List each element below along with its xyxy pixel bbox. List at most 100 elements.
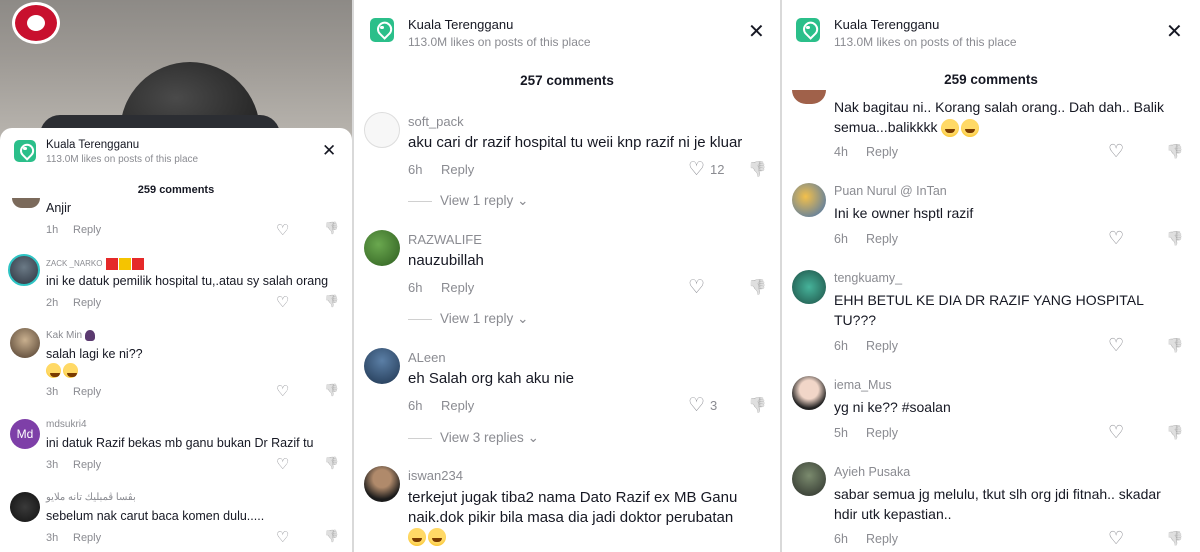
heart-icon[interactable]: ♡ <box>1108 228 1124 249</box>
comment-time: 4h <box>834 145 848 159</box>
place-name[interactable]: Kuala Terengganu <box>46 139 139 151</box>
comment-text: ini ke datuk pemilik hospital tu,.atau s… <box>46 274 329 288</box>
heart-icon[interactable]: ♡ <box>688 276 705 299</box>
comment-text: sebelum nak carut baca komen dulu..... <box>46 509 265 523</box>
heart-icon[interactable]: ♡ <box>276 221 289 239</box>
view-replies-button[interactable]: View 3 replies ⌄ <box>408 430 539 446</box>
heart-icon[interactable]: ♡ <box>688 158 705 181</box>
dislike-icon[interactable]: 👎 <box>324 529 339 543</box>
dislike-icon[interactable]: 👎 <box>748 278 767 296</box>
heart-icon[interactable]: ♡ <box>1108 335 1124 356</box>
place-name[interactable]: Kuala Terengganu <box>408 17 513 32</box>
avatar[interactable] <box>364 230 400 266</box>
heart-icon[interactable]: ♡ <box>276 293 289 311</box>
dislike-icon[interactable]: 👎 <box>324 221 339 235</box>
laughing-emoji-icon <box>408 528 426 546</box>
location-pin-icon[interactable] <box>796 18 820 42</box>
like-count: 3 <box>710 398 718 413</box>
heart-icon[interactable]: ♡ <box>688 394 705 417</box>
avatar[interactable] <box>792 90 826 104</box>
reply-button[interactable]: Reply <box>441 162 474 177</box>
chevron-down-icon: ⌄ <box>527 430 539 445</box>
reply-button[interactable]: Reply <box>73 297 101 309</box>
avatar[interactable] <box>792 270 826 304</box>
avatar[interactable] <box>364 112 400 148</box>
dislike-icon[interactable]: 👎 <box>1166 337 1183 354</box>
comment-text: sabar semua jg melulu, tkut slh org jdi … <box>834 486 1161 522</box>
comments-panel-2: Kuala Terengganu 113.0M likes on posts o… <box>354 0 780 552</box>
comment-username: iswan234 <box>408 468 463 483</box>
chevron-down-icon: ⌄ <box>517 193 529 208</box>
avatar[interactable] <box>10 492 40 522</box>
comment-time: 3h <box>46 532 59 544</box>
reply-divider-line <box>408 200 432 202</box>
avatar[interactable] <box>792 376 826 410</box>
reply-button[interactable]: Reply <box>73 532 101 544</box>
comment-text: ini datuk Razif bekas mb ganu bukan Dr R… <box>46 436 314 450</box>
avatar[interactable]: Md <box>10 419 40 449</box>
close-icon[interactable]: ✕ <box>322 142 336 159</box>
location-pin-icon[interactable] <box>14 140 36 162</box>
avatar[interactable] <box>10 328 40 358</box>
avatar[interactable] <box>364 466 400 502</box>
dislike-icon[interactable]: 👎 <box>1166 230 1183 247</box>
dislike-icon[interactable]: 👎 <box>324 456 339 470</box>
dislike-icon[interactable]: 👎 <box>1166 424 1183 441</box>
heart-icon[interactable]: ♡ <box>276 528 289 546</box>
close-icon[interactable]: ✕ <box>1166 22 1183 42</box>
heart-icon[interactable]: ♡ <box>276 382 289 400</box>
heart-icon[interactable]: ♡ <box>1108 141 1124 162</box>
comment-username: RAZWALIFE <box>408 232 482 247</box>
comment-text: Anjir <box>46 201 72 215</box>
like-count: 12 <box>710 162 725 177</box>
reply-button[interactable]: Reply <box>866 145 898 159</box>
view-replies-text: View 1 reply <box>440 193 514 208</box>
heart-icon[interactable]: ♡ <box>1108 528 1124 549</box>
heart-icon[interactable]: ♡ <box>276 455 289 473</box>
view-replies-button[interactable]: View 1 reply ⌄ <box>408 193 528 209</box>
avatar[interactable] <box>8 254 40 286</box>
reply-button[interactable]: Reply <box>73 386 101 398</box>
reply-button[interactable]: Reply <box>73 224 101 236</box>
dislike-icon[interactable]: 👎 <box>748 396 767 414</box>
dislike-icon[interactable]: 👎 <box>324 383 339 397</box>
comments-sheet: Kuala Terengganu 113.0M likes on posts o… <box>0 128 352 552</box>
reply-button[interactable]: Reply <box>866 426 898 440</box>
reply-button[interactable]: Reply <box>866 339 898 353</box>
avatar[interactable] <box>364 348 400 384</box>
avatar[interactable] <box>792 462 826 496</box>
avatar[interactable] <box>12 198 40 208</box>
reply-button[interactable]: Reply <box>866 532 898 546</box>
comment-text: terkejut jugak tiba2 nama Dato Razif ex … <box>408 489 738 526</box>
dislike-icon[interactable]: 👎 <box>1166 143 1183 160</box>
reply-button[interactable]: Reply <box>441 398 474 413</box>
heart-icon[interactable]: ♡ <box>1108 422 1124 443</box>
dislike-icon[interactable]: 👎 <box>324 294 339 308</box>
flag-icon <box>118 258 131 270</box>
hijab-emoji-icon <box>84 330 95 341</box>
comment-time: 6h <box>834 532 848 546</box>
comment-time: 2h <box>46 297 59 309</box>
comment-username: iema_Mus <box>834 378 892 392</box>
flag-icon <box>131 258 144 270</box>
view-replies-button[interactable]: View 1 reply ⌄ <box>408 311 528 327</box>
comment-time: 6h <box>408 398 423 413</box>
place-likes: 113.0M likes on posts of this place <box>408 35 591 49</box>
avatar[interactable] <box>792 183 826 217</box>
close-icon[interactable]: ✕ <box>748 22 765 42</box>
comment-count: 259 comments <box>944 72 1038 87</box>
comment-username: بڤسا ڤمبليك تانه ملايو <box>46 492 136 503</box>
reply-button[interactable]: Reply <box>73 459 101 471</box>
dislike-icon[interactable]: 👎 <box>1166 530 1183 547</box>
comment-text: eh Salah org kah aku nie <box>408 370 574 387</box>
comments-panel-3: Kuala Terengganu 113.0M likes on posts o… <box>782 0 1200 552</box>
reply-button[interactable]: Reply <box>441 280 474 295</box>
dislike-icon[interactable]: 👎 <box>748 160 767 178</box>
place-name[interactable]: Kuala Terengganu <box>834 17 939 32</box>
comment-text-content: Nak bagitau ni.. Korang salah orang.. Da… <box>834 99 1164 135</box>
comment-text: yg ni ke?? #soalan <box>834 399 951 415</box>
reply-button[interactable]: Reply <box>866 232 898 246</box>
comments-panel-1: Kuala Terengganu 113.0M likes on posts o… <box>0 0 352 552</box>
comments-sheet: Kuala Terengganu 113.0M likes on posts o… <box>782 0 1200 552</box>
location-pin-icon[interactable] <box>370 18 394 42</box>
